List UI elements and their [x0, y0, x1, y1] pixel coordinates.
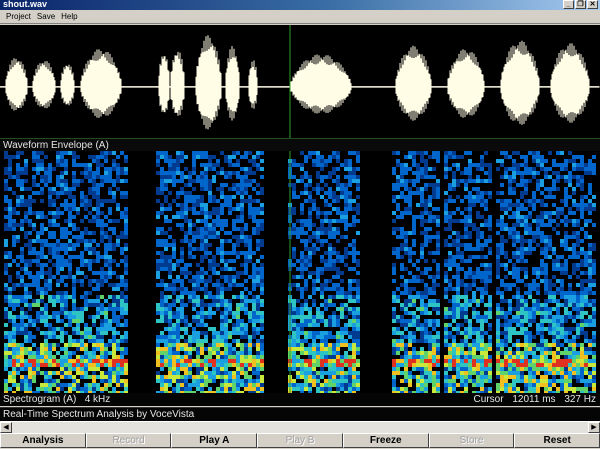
- store-button[interactable]: Store: [428, 433, 515, 448]
- window-title: shout.wav: [3, 0, 48, 9]
- play-a-button[interactable]: Play A: [171, 433, 258, 448]
- window-titlebar[interactable]: shout.wav _ ❐ ✕: [0, 0, 600, 10]
- waveform-label: Waveform Envelope (A): [0, 138, 600, 151]
- record-button[interactable]: Record: [85, 433, 172, 448]
- scroll-right-icon[interactable]: ▶: [588, 422, 600, 433]
- minimize-icon[interactable]: _: [563, 0, 574, 9]
- menu-project[interactable]: Project: [3, 11, 34, 23]
- close-icon[interactable]: ✕: [587, 0, 598, 9]
- waveform-envelope-plot[interactable]: [0, 25, 600, 138]
- menu-help[interactable]: Help: [58, 11, 80, 23]
- spectrogram-label-group: Spectrogram (A) 4 kHz: [3, 393, 110, 406]
- scroll-track[interactable]: [12, 422, 588, 433]
- horizontal-scrollbar[interactable]: ◀ ▶: [0, 421, 600, 433]
- play-b-button[interactable]: Play B: [257, 433, 343, 448]
- window-controls: _ ❐ ✕: [563, 0, 598, 9]
- command-toolbar: Analysis Record Play A Play B Freeze Sto…: [0, 433, 600, 449]
- menu-save[interactable]: Save: [34, 11, 58, 23]
- spectrogram-info-bar: Spectrogram (A) 4 kHz Cursor 12011 ms 32…: [0, 393, 600, 406]
- freeze-button[interactable]: Freeze: [342, 433, 429, 448]
- cursor-prefix: Cursor: [473, 394, 504, 405]
- spectrogram-plot[interactable]: [0, 151, 600, 393]
- cursor-readout: Cursor 12011 ms 327 Hz: [468, 393, 596, 406]
- scroll-left-icon[interactable]: ◀: [0, 422, 12, 433]
- reset-button[interactable]: Reset: [514, 433, 600, 448]
- restore-icon[interactable]: ❐: [575, 0, 586, 9]
- cursor-frequency: 327 Hz: [564, 394, 596, 405]
- status-bar: Real-Time Spectrum Analysis by VoceVista: [0, 407, 600, 421]
- menu-bar: Project Save Help: [0, 10, 600, 24]
- spectrogram-label: Spectrogram (A): [3, 394, 77, 405]
- cursor-time: 12011 ms: [512, 394, 556, 405]
- spectrogram-range: 4 kHz: [84, 394, 111, 405]
- analysis-button[interactable]: Analysis: [0, 433, 86, 448]
